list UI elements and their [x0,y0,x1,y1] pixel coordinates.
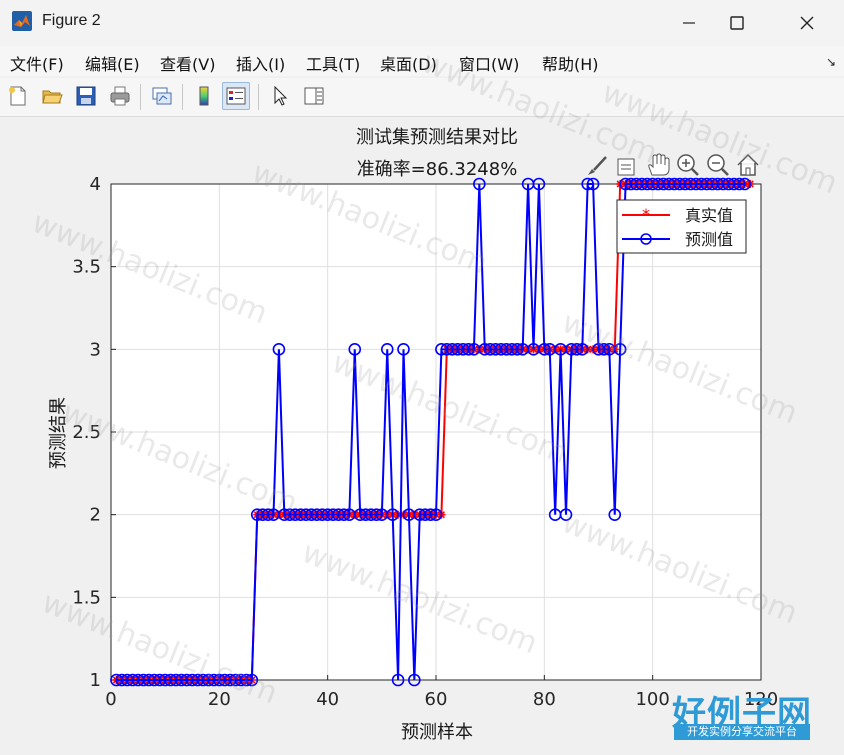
logo-sub-text: 开发实例分享交流平台 [674,724,810,740]
maximize-icon [730,16,744,30]
y-tick-label: 3 [90,339,101,360]
pan-icon[interactable] [648,153,670,176]
save-icon[interactable] [72,82,100,110]
menu-edit[interactable]: 编辑(E) [85,51,140,75]
maximize-button[interactable] [706,0,768,46]
legend-icon[interactable] [222,82,250,110]
menu-view[interactable]: 查看(V) [160,51,215,75]
axes-toolbar [588,153,759,176]
y-tick-label: 1 [90,670,101,691]
dock-arrow-icon[interactable]: ↘ [826,55,836,69]
zoom-in-icon[interactable] [677,154,699,176]
legend-true-label: 真实值 [685,206,733,225]
x-tick-label: 60 [425,689,448,710]
figure-canvas: 0 20 40 60 80 100 120 1 1.5 2 2.5 3 3.5 4 测试集预测结果对比 准… [0,117,844,751]
window-titlebar: Figure 2 [0,0,844,46]
y-tick-label: 2 [90,505,101,526]
menu-file[interactable]: 文件(F) [10,51,64,75]
toolbar-separator [140,84,141,110]
close-button[interactable] [776,0,838,46]
minimize-icon [683,22,695,24]
colorbar-icon[interactable] [190,82,218,110]
chart-title: 测试集预测结果对比 [356,127,518,148]
brush-icon[interactable] [588,156,607,175]
close-icon [800,16,814,30]
menu-help[interactable]: 帮助(H) [542,51,599,75]
x-tick-label: 80 [533,689,556,710]
y-tick-label: 2.5 [72,422,101,443]
toolbar-separator [258,84,259,110]
chart[interactable]: 0 20 40 60 80 100 12011.522.533.54 测试集预测结果对比 准… [0,117,844,751]
legend-true-marker-icon: * [642,205,650,224]
y-tick-label: 3.5 [72,257,101,278]
menu-window[interactable]: 窗口(W) [459,51,519,75]
print-icon[interactable] [106,82,134,110]
zoom-out-icon[interactable] [707,154,729,176]
new-figure-icon[interactable] [4,82,32,110]
open-file-icon[interactable] [38,82,66,110]
grid [110,183,762,681]
legend-pred-label: 预测值 [685,230,733,249]
y-tick-label: 4 [90,174,101,195]
toolbar-separator [182,84,183,110]
y-tick-label: 1.5 [72,587,101,608]
matlab-logo-icon [12,11,32,31]
menu-tools[interactable]: 工具(T) [306,51,360,75]
menu-insert[interactable]: 插入(I) [236,51,285,75]
x-axis-label: 预测样本 [401,722,473,743]
legend[interactable]: * 真实值 预测值 [616,199,747,254]
x-tick-label: 100 [635,689,669,710]
x-tick-label: 40 [316,689,339,710]
link-plot-icon[interactable] [148,82,176,110]
y-axis-label: 预测结果 [48,397,69,469]
x-tick-label: 20 [208,689,231,710]
figure-toolbar [0,78,844,117]
data-tip-icon[interactable] [617,158,635,176]
menu-desktop[interactable]: 桌面(D) [380,51,437,75]
chart-subtitle: 准确率=86.3248% [357,159,518,180]
site-logo: 好例子网 开发实例分享交流平台 [672,686,812,742]
window-title: Figure 2 [42,12,101,29]
x-tick-label: 0 [105,689,116,710]
property-editor-icon[interactable] [300,82,328,110]
home-icon[interactable] [737,153,759,176]
pointer-icon[interactable] [266,82,294,110]
menu-bar: 文件(F) 编辑(E) 查看(V) 插入(I) 工具(T) 桌面(D) 窗口(W… [0,46,844,76]
